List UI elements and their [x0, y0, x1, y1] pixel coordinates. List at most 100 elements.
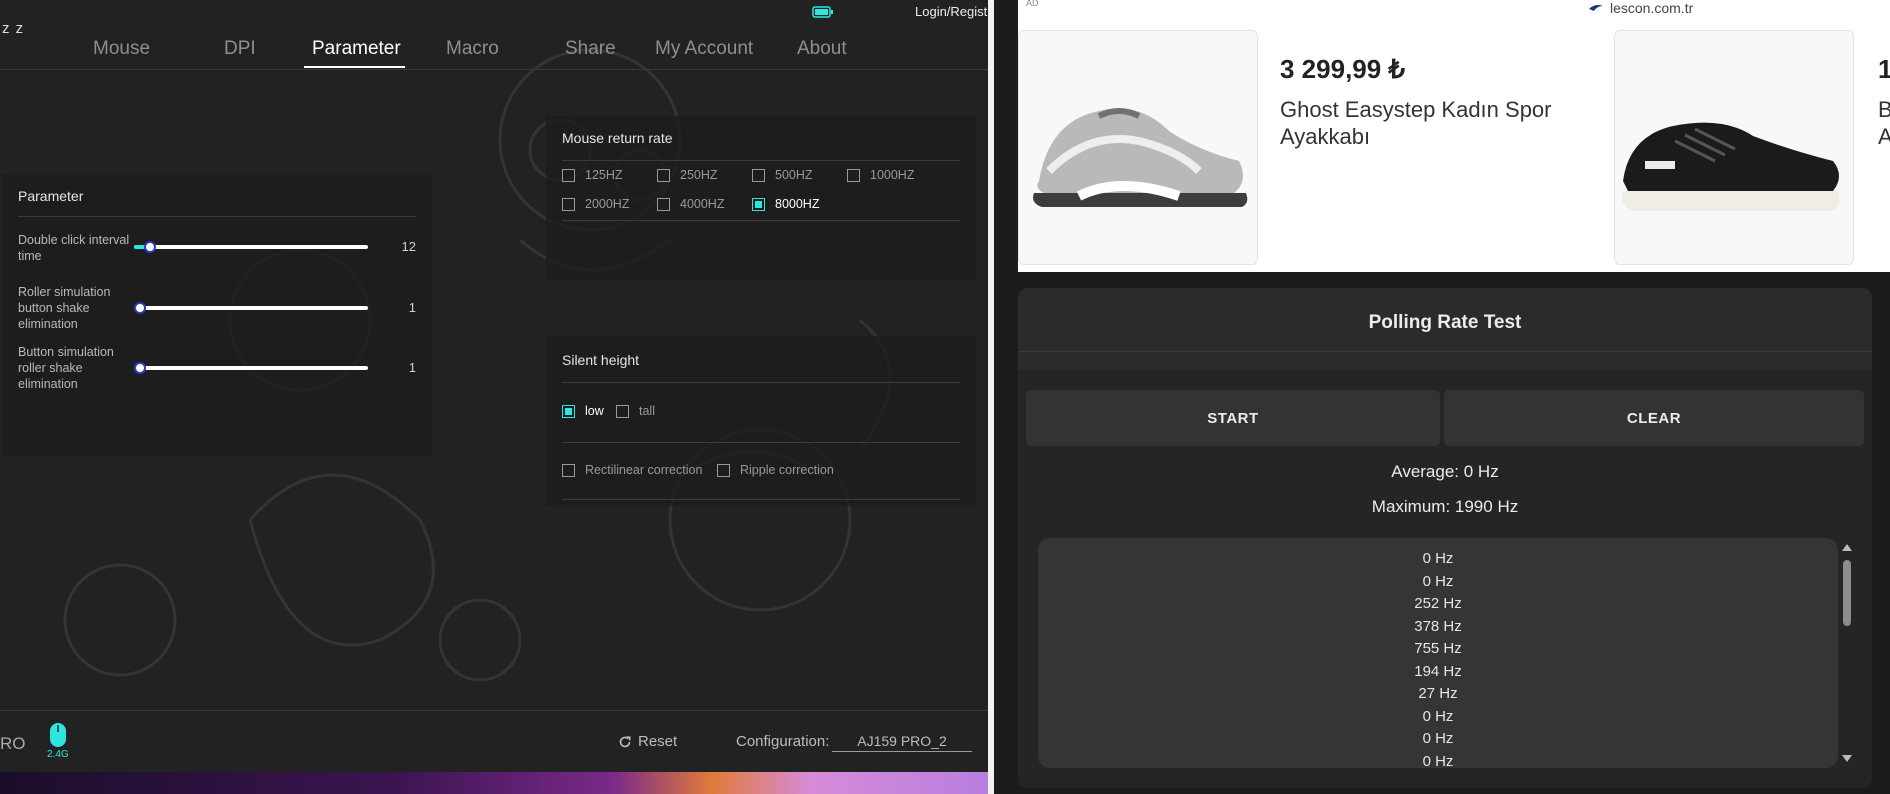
double-click-slider[interactable] [134, 241, 368, 253]
rate-option-label: 1000HZ [870, 168, 915, 182]
tab-dpi[interactable]: DPI [224, 38, 256, 60]
divider [562, 382, 960, 383]
checkbox[interactable] [562, 404, 575, 418]
ripple-correction-option[interactable]: Ripple correction [717, 463, 834, 477]
reset-button[interactable]: Reset [618, 733, 677, 750]
divider [562, 499, 960, 500]
start-button[interactable]: START [1026, 390, 1440, 446]
tab-share[interactable]: Share [565, 38, 616, 60]
brand-logo-icon [1589, 5, 1603, 11]
rate-log-entry: 0 Hz [1422, 707, 1454, 725]
ad-domain[interactable]: lescon.com.tr [1588, 0, 1693, 16]
slider-label-button-shake: Button simulation roller shake eliminati… [18, 345, 114, 391]
rate-log-entry: 755 Hz [1414, 640, 1462, 657]
checkbox[interactable] [752, 197, 765, 211]
browser-page: AD lescon.com.tr 3 299,99 ₺ Ghost Easyst… [994, 0, 1890, 794]
return-rate-panel: Mouse return rate 125HZ 250HZ 500HZ 1000… [546, 116, 976, 280]
correction-option-label: Ripple correction [740, 463, 834, 477]
rate-option-500hz[interactable]: 500HZ [752, 168, 813, 182]
silent-height-panel: Silent height low tall Rectilinear corre… [546, 336, 976, 506]
rate-log[interactable]: 0 Hz 0 Hz 252 Hz 378 Hz 755 Hz 194 Hz 27 Hz 0 H… [1038, 538, 1838, 768]
product-image-card[interactable] [1018, 30, 1258, 265]
checkbox[interactable] [847, 168, 860, 182]
rate-option-2000hz[interactable]: 2000HZ [562, 197, 629, 211]
rate-log-entry: 378 Hz [1414, 617, 1462, 635]
rate-option-label: 2000HZ [585, 197, 630, 211]
parameter-panel: Parameter Double click interval time 12 … [2, 174, 432, 456]
checkbox[interactable] [562, 168, 575, 182]
battery-icon [812, 6, 833, 18]
sneaker-image [1622, 122, 1840, 211]
button-shake-slider[interactable] [134, 362, 368, 374]
rate-option-125hz[interactable]: 125HZ [562, 168, 623, 182]
tab-mouse[interactable]: Mouse [93, 38, 150, 60]
parameter-panel-title: Parameter [18, 188, 84, 204]
tab-macro[interactable]: Macro [446, 38, 499, 60]
divider [562, 442, 960, 443]
rate-log-entry: 0 Hz [1422, 572, 1454, 590]
checkbox[interactable] [657, 197, 670, 211]
desktop-wallpaper [0, 772, 988, 794]
divider [562, 220, 960, 221]
silent-option-label: tall [639, 404, 655, 418]
reset-label: Reset [638, 733, 678, 750]
refresh-icon [619, 735, 631, 747]
rate-log-entry: 27 Hz [1418, 685, 1458, 702]
mouse-icon [50, 723, 66, 747]
app-logo: z z [2, 20, 25, 37]
product-name[interactable]: B A [1878, 96, 1890, 150]
divider [562, 160, 960, 161]
login-register-link[interactable]: Login/Regist [915, 4, 987, 19]
checkbox[interactable] [616, 404, 629, 418]
scroll-down-icon[interactable] [1842, 755, 1852, 762]
log-scrollbar[interactable] [1840, 538, 1854, 768]
silent-option-tall[interactable]: tall [616, 404, 655, 418]
checkbox[interactable] [717, 463, 730, 477]
button-shake-value: 1 [408, 360, 416, 375]
sneaker-image [1033, 108, 1248, 207]
scroll-up-icon[interactable] [1842, 544, 1852, 551]
rate-option-4000hz[interactable]: 4000HZ [657, 197, 724, 211]
slider-thumb[interactable] [134, 302, 146, 314]
ad-badge: AD [1026, 0, 1039, 8]
checkbox[interactable] [752, 168, 765, 182]
wireless-mode-label: 2.4G [47, 749, 69, 760]
tab-about[interactable]: About [797, 38, 847, 60]
product-name[interactable]: Ghost Easystep Kadın Spor Ayakkabı [1280, 96, 1580, 150]
rate-option-label: 8000HZ [775, 197, 820, 211]
tab-my-account[interactable]: My Account [655, 38, 753, 60]
slider-thumb[interactable] [134, 362, 146, 374]
configuration-select[interactable]: AJ159 PRO_2 [832, 733, 972, 752]
slider-label-double-click: Double click interval time [18, 233, 130, 263]
clear-button[interactable]: CLEAR [1444, 390, 1864, 446]
slider-label-roller-shake: Roller simulation button shake eliminati… [18, 285, 111, 331]
rate-option-250hz[interactable]: 250HZ [657, 168, 718, 182]
mouse-config-app: z z Login/Regist Mouse DPI Parameter Mac… [0, 0, 988, 794]
checkbox[interactable] [562, 197, 575, 211]
ad-domain-text: lescon.com.tr [1610, 0, 1694, 16]
scroll-thumb[interactable] [1843, 560, 1851, 626]
ad-banner[interactable]: AD lescon.com.tr 3 299,99 ₺ Ghost Easyst… [1018, 0, 1890, 272]
rate-option-label: 500HZ [775, 168, 813, 182]
polling-body: START CLEAR Average: 0 Hz Maximum: 1990 … [1018, 370, 1872, 788]
rate-option-1000hz[interactable]: 1000HZ [847, 168, 914, 182]
slider-thumb[interactable] [144, 241, 156, 253]
rate-log-entry: 0 Hz [1422, 752, 1454, 769]
maximum-rate: Maximum: 1990 Hz [1371, 497, 1519, 516]
rate-option-label: 4000HZ [680, 197, 725, 211]
roller-shake-value: 1 [408, 300, 416, 315]
rate-log-entry: 0 Hz [1422, 550, 1454, 567]
rate-option-8000hz[interactable]: 8000HZ [752, 197, 819, 211]
product-image-card[interactable] [1614, 30, 1854, 265]
product-price: 3 299,99 ₺ [1280, 54, 1405, 84]
silent-option-low[interactable]: low [562, 404, 604, 418]
rectilinear-correction-option[interactable]: Rectilinear correction [562, 463, 702, 477]
checkbox[interactable] [657, 168, 670, 182]
rate-log-entry: 0 Hz [1422, 730, 1454, 747]
average-rate: Average: 0 Hz [1391, 462, 1499, 481]
roller-shake-slider[interactable] [134, 302, 368, 314]
polling-rate-test-card: Polling Rate Test START CLEAR Average: 0… [1018, 288, 1872, 788]
checkbox[interactable] [562, 463, 575, 477]
polling-title: Polling Rate Test [1368, 312, 1522, 333]
tab-parameter[interactable]: Parameter [304, 38, 405, 68]
